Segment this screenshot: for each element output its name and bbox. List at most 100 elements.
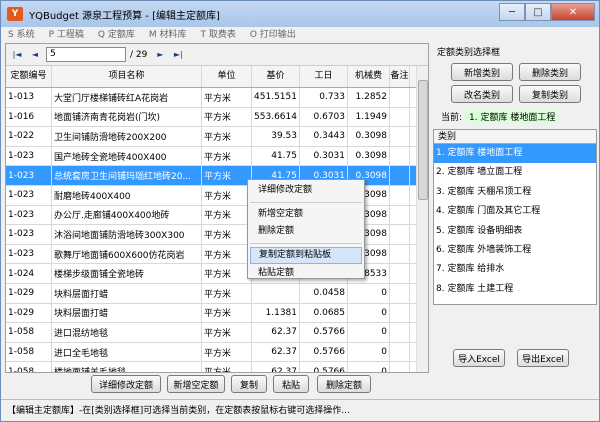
table-row[interactable]: 1-023 国产地砖全瓷地砖400X400 平方米 41.75 0.3031 0.3098 bbox=[6, 146, 428, 167]
cell-name: 国产地砖全瓷地砖400X400 bbox=[52, 146, 202, 166]
cell-unit: 平方米 bbox=[202, 166, 252, 185]
cell-name: 楼梯步级面铺全瓷地砖 bbox=[52, 264, 202, 283]
category-list-header: 类别 bbox=[434, 130, 596, 144]
cell-unit: 平方米 bbox=[202, 323, 252, 342]
cell-remark bbox=[390, 244, 410, 264]
category-item[interactable]: 7. 定额库 给排水 bbox=[434, 260, 596, 279]
table-row[interactable]: 1-058 进口全毛地毯 平方米 62.37 0.5766 0 bbox=[6, 342, 428, 363]
menu-quota-library[interactable]: Q 定额库 bbox=[91, 27, 142, 43]
ctx-delete-quota[interactable]: 删除定额 bbox=[248, 223, 364, 240]
cell-code: 1-023 bbox=[6, 225, 52, 244]
cell-code: 1-058 bbox=[6, 323, 52, 342]
ctx-copy-to-clipboard[interactable]: 复制定额到粘贴板 bbox=[250, 247, 362, 264]
table-row[interactable]: 1-029 块料层面打蜡 平方米 1.1381 0.0685 0 bbox=[6, 303, 428, 324]
current-category-value: 1. 定额库 楼地面工程 bbox=[466, 109, 559, 124]
cell-remark bbox=[390, 88, 410, 107]
col-header-workday[interactable]: 工日 bbox=[300, 66, 348, 87]
delete-category-button[interactable]: 删除类别 bbox=[519, 63, 581, 81]
cell-code: 1-016 bbox=[6, 107, 52, 127]
col-header-code[interactable]: 定额编号 bbox=[6, 66, 52, 87]
cell-remark bbox=[390, 342, 410, 362]
cell-base-price: 451.5151 bbox=[252, 88, 300, 107]
cell-remark bbox=[390, 127, 410, 146]
current-category: 当前: 1. 定额库 楼地面工程 bbox=[441, 109, 559, 124]
menu-material-library[interactable]: M 材料库 bbox=[142, 27, 194, 43]
page-navigator: |◄ ◄ 5 / 29 ► ►| bbox=[6, 44, 428, 66]
col-header-base-price[interactable]: 基价 bbox=[252, 66, 300, 87]
table-row[interactable]: 1-013 大堂门厅楼梯铺砖红A花岗岩 平方米 451.5151 0.733 1.2852 bbox=[6, 88, 428, 108]
copy-category-button[interactable]: 复制类别 bbox=[519, 85, 581, 103]
menu-print-output[interactable]: O 打印输出 bbox=[243, 27, 303, 43]
category-item[interactable]: 6. 定额库 外墙装饰工程 bbox=[434, 241, 596, 260]
cell-unit: 平方米 bbox=[202, 362, 252, 372]
category-item[interactable]: 1. 定额库 楼地面工程 bbox=[434, 144, 596, 164]
export-excel-button[interactable]: 导出Excel bbox=[517, 349, 569, 367]
menu-system[interactable]: S 系统 bbox=[1, 27, 42, 43]
cell-unit: 平方米 bbox=[202, 205, 252, 225]
cell-remark bbox=[390, 146, 410, 166]
menu-fee-table[interactable]: T 取费表 bbox=[193, 27, 242, 43]
edit-detail-button[interactable]: 详细修改定额 bbox=[91, 375, 161, 393]
menu-project[interactable]: P 工程稿 bbox=[42, 27, 91, 43]
scroll-thumb[interactable] bbox=[418, 80, 428, 200]
category-item[interactable]: 4. 定额库 门面及其它工程 bbox=[434, 202, 596, 221]
delete-quota-button[interactable]: 删除定额 bbox=[317, 375, 371, 393]
cell-code: 1-023 bbox=[6, 146, 52, 166]
col-header-machine-fee[interactable]: 机械费 bbox=[348, 66, 390, 87]
col-header-name[interactable]: 项目名称 bbox=[52, 66, 202, 87]
menu-bar: S 系统 P 工程稿 Q 定额库 M 材料库 T 取费表 O 打印输出 bbox=[1, 27, 599, 43]
paste-button[interactable]: 粘贴 bbox=[273, 375, 309, 393]
cell-name: 楼地面铺羊毛地毯 bbox=[52, 362, 202, 372]
cell-code: 1-022 bbox=[6, 127, 52, 146]
ctx-separator bbox=[250, 202, 362, 203]
cell-remark bbox=[390, 323, 410, 342]
category-item[interactable]: 3. 定额库 天棚吊顶工程 bbox=[434, 183, 596, 202]
cell-name: 进口混纺地毯 bbox=[52, 323, 202, 342]
table-row[interactable]: 1-029 块料层面打蜡 平方米 0.0458 0 bbox=[6, 283, 428, 304]
copy-button[interactable]: 复制 bbox=[231, 375, 267, 393]
category-item[interactable]: 5. 定额库 设备明细表 bbox=[434, 222, 596, 241]
cell-base-price: 62.37 bbox=[252, 323, 300, 342]
page-number-input[interactable]: 5 bbox=[46, 47, 126, 62]
cell-name: 卫生间铺防滑地砖200X200 bbox=[52, 127, 202, 146]
minimize-button[interactable]: ─ bbox=[499, 3, 525, 21]
table-row[interactable]: 1-058 进口混纺地毯 平方米 62.37 0.5766 0 bbox=[6, 323, 428, 343]
rename-category-button[interactable]: 改名类别 bbox=[451, 85, 513, 103]
cell-remark bbox=[390, 205, 410, 225]
cell-code: 1-058 bbox=[6, 362, 52, 372]
ctx-paste-quota[interactable]: 粘贴定额 bbox=[248, 265, 364, 282]
table-row[interactable]: 1-022 卫生间铺防滑地砖200X200 平方米 39.53 0.3443 0.3098 bbox=[6, 127, 428, 147]
add-quota-button[interactable]: 新增空定额 bbox=[167, 375, 225, 393]
vertical-scrollbar[interactable] bbox=[416, 66, 428, 372]
cell-code: 1-023 bbox=[6, 166, 52, 185]
ctx-edit-detail[interactable]: 详细修改定额 bbox=[248, 182, 364, 199]
import-excel-button[interactable]: 导入Excel bbox=[453, 349, 505, 367]
table-row[interactable]: 1-016 地面铺济南青花岗岩(门坎) 平方米 553.6614 0.6703 1.194… bbox=[6, 107, 428, 128]
cell-name: 块料层面打蜡 bbox=[52, 303, 202, 323]
page-total: / 29 bbox=[130, 49, 148, 60]
cell-workday: 0.0458 bbox=[300, 283, 348, 303]
context-menu: 详细修改定额 新增空定额 删除定额 复制定额到粘贴板 粘贴定额 bbox=[247, 179, 365, 279]
prev-page-icon[interactable]: ◄ bbox=[28, 48, 42, 62]
close-button[interactable]: ✕ bbox=[551, 3, 595, 21]
col-header-remark[interactable]: 备注 bbox=[390, 66, 410, 87]
col-header-unit[interactable]: 单位 bbox=[202, 66, 252, 87]
quota-table-panel: |◄ ◄ 5 / 29 ► ►| 定额编号 项目名称 单位 基价 工日 机械费 … bbox=[5, 43, 429, 373]
last-page-icon[interactable]: ►| bbox=[171, 48, 185, 62]
cell-unit: 平方米 bbox=[202, 107, 252, 127]
table-row[interactable]: 1-058楼地面铺羊毛地毯平方米62.370.57660 bbox=[6, 362, 428, 372]
ctx-add-quota[interactable]: 新增空定额 bbox=[248, 206, 364, 223]
cell-unit: 平方米 bbox=[202, 244, 252, 264]
cell-remark bbox=[390, 264, 410, 283]
title-bar: Y YQBudget 源泉工程预算 - [编辑主定额库] ─ □ ✕ bbox=[1, 1, 599, 27]
next-page-icon[interactable]: ► bbox=[153, 48, 167, 62]
category-item[interactable]: 8. 定额库 土建工程 bbox=[434, 280, 596, 299]
first-page-icon[interactable]: |◄ bbox=[10, 48, 24, 62]
cell-base-price: 41.75 bbox=[252, 146, 300, 166]
cell-name: 进口全毛地毯 bbox=[52, 342, 202, 362]
cell-remark bbox=[390, 283, 410, 303]
cell-unit: 平方米 bbox=[202, 146, 252, 166]
category-item[interactable]: 2. 定额库 墙立面工程 bbox=[434, 163, 596, 182]
add-category-button[interactable]: 新增类别 bbox=[451, 63, 513, 81]
maximize-button[interactable]: □ bbox=[525, 3, 551, 21]
